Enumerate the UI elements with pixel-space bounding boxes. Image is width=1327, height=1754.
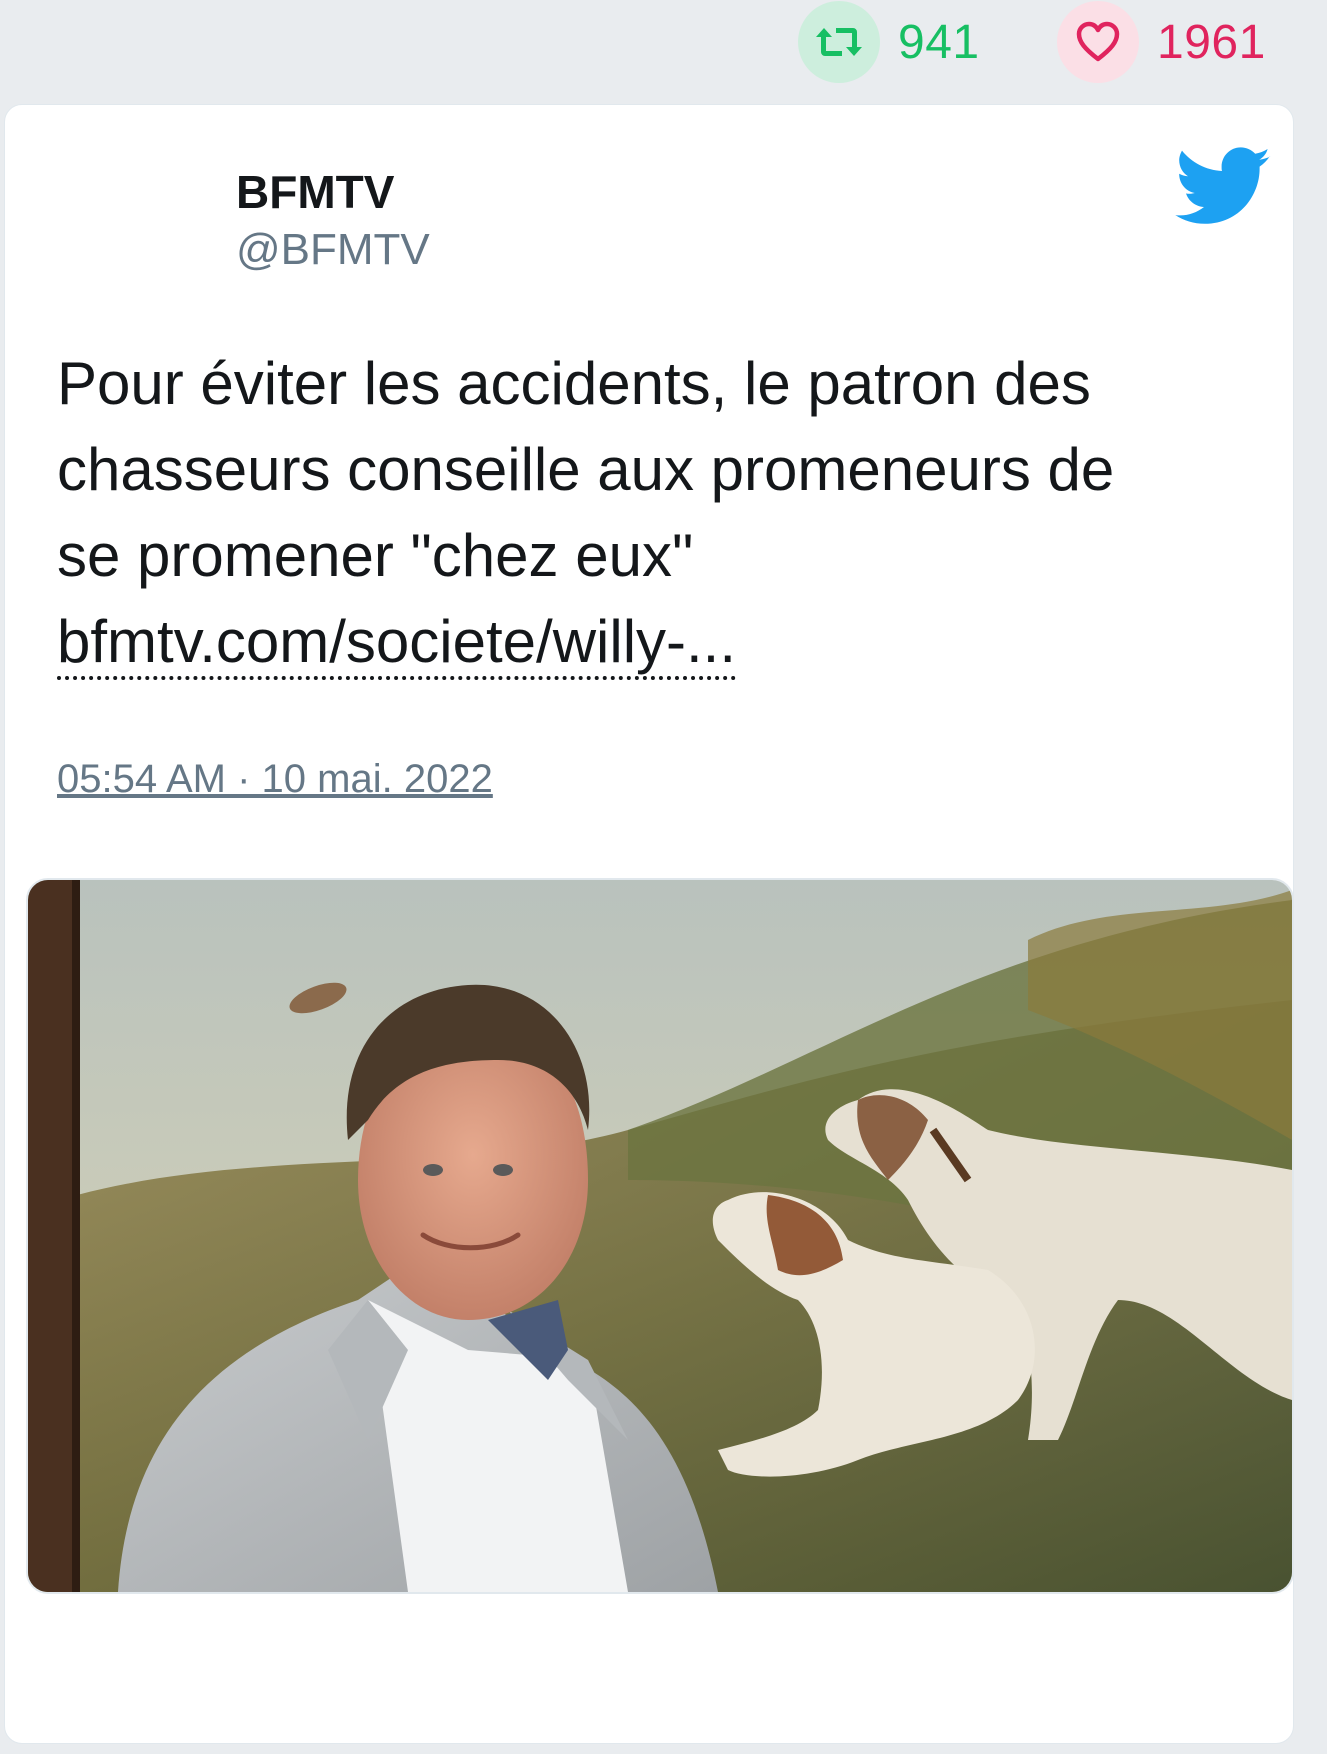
like-stat[interactable]: 1961 [1057, 0, 1266, 84]
retweet-stat[interactable]: 941 [798, 0, 980, 84]
twitter-bird-icon[interactable] [1175, 147, 1273, 227]
author-handle[interactable]: @BFMTV [236, 225, 430, 275]
photo-man-with-hunting-dogs-painting [28, 880, 1292, 1592]
like-count: 1961 [1157, 15, 1266, 69]
tweet-timestamp[interactable]: 05:54 AM · 10 mai. 2022 [57, 757, 493, 802]
tweet-text: Pour éviter les accidents, le patron des… [57, 341, 1257, 685]
retweet-count: 941 [898, 15, 980, 69]
tweet-body: Pour éviter les accidents, le patron des… [57, 350, 1115, 589]
heart-icon[interactable] [1057, 1, 1139, 83]
tweet-link[interactable]: bfmtv.com/societe/willy-... [57, 612, 737, 680]
tweet-media-photo[interactable] [26, 878, 1294, 1594]
author-name[interactable]: BFMTV [236, 165, 394, 219]
retweet-icon[interactable] [798, 1, 880, 83]
engagement-summary-bar: 941 1961 [0, 0, 1327, 100]
